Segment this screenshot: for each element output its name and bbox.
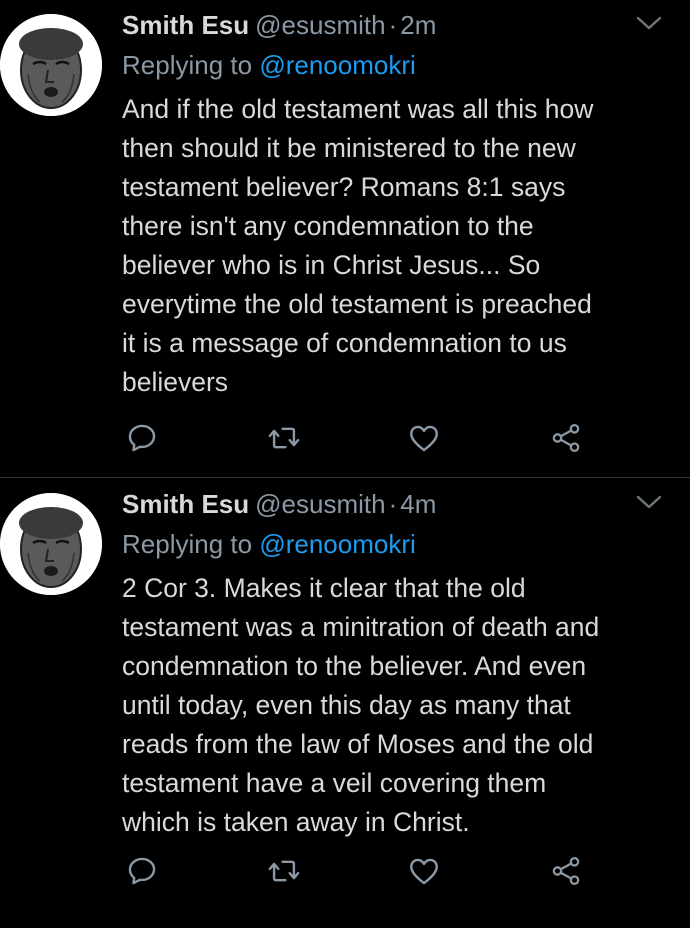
timestamp[interactable]: 4m [400,489,436,519]
mention-link[interactable]: @renoomokri [259,50,415,80]
tweet-header: Smith Esu @esusmith · 2m [122,8,436,42]
tweet[interactable]: Smith Esu @esusmith · 4m Replying to @renoo… [0,479,690,928]
share-button[interactable] [546,418,586,458]
tweet-actions [122,851,590,891]
tweet-text-line: condemnation to the believer. And even [122,651,587,681]
heart-icon [410,858,438,885]
user-handle[interactable]: @esusmith [255,10,385,40]
tweet-header: Smith Esu @esusmith · 4m [122,487,436,521]
tweet[interactable]: Smith Esu @esusmith · 2m Replying to @renoo… [0,0,690,478]
tweet-text-line: reads from the law of Moses and the old [122,729,594,759]
tweet-text-line: testament believer? Romans 8:1 says [122,172,566,202]
tweet-text-line: 2 Cor 3. Makes it clear that the old [122,573,526,603]
tweet-text-line: everytime the old testament is preached [122,289,592,319]
tweet-text-line: until today, even this day as many that [122,690,571,720]
tweet-text-line: And if the old testament was all this ho… [122,94,594,124]
timestamp[interactable]: 2m [400,10,436,40]
display-name[interactable]: Smith Esu [122,489,249,519]
like-button[interactable] [404,851,444,891]
tweet-text-line: there isn't any condemnation to the [122,211,534,241]
replying-to-label: Replying to [122,50,253,80]
tweet-actions [122,418,590,458]
reply-icon [128,424,156,452]
tweet-text: And if the old testament was all this ho… [122,90,670,402]
replying-to-label: Replying to [122,529,253,559]
avatar[interactable] [0,14,102,116]
separator: · [388,10,398,40]
replying-to: Replying to @renoomokri [122,48,416,82]
separator: · [388,489,398,519]
chevron-down-icon[interactable] [636,14,662,32]
reply-button[interactable] [122,851,162,891]
avatar[interactable] [0,493,102,595]
retweet-button[interactable] [264,851,304,891]
reply-icon [128,857,156,885]
tweet-text-line: believers [122,367,229,397]
replying-to: Replying to @renoomokri [122,527,416,561]
reply-button[interactable] [122,418,162,458]
share-icon [552,423,580,453]
tweet-text-line: testament was a minitration of death and [122,612,600,642]
display-name[interactable]: Smith Esu [122,10,249,40]
user-handle[interactable]: @esusmith [255,489,385,519]
tweet-text-line: believer who is in Christ Jesus... So [122,250,541,280]
chevron-down-icon[interactable] [636,493,662,511]
heart-icon [410,425,438,452]
retweet-icon [268,427,300,449]
tweet-text-line: which is taken away in Christ. [122,807,470,837]
retweet-button[interactable] [264,418,304,458]
retweet-icon [268,860,300,882]
tweet-text-line: it is a message of condemnation to us [122,328,567,358]
tweet-text-line: then should it be ministered to the new [122,133,576,163]
share-button[interactable] [546,851,586,891]
tweet-text: 2 Cor 3. Makes it clear that the old tes… [122,569,670,842]
mention-link[interactable]: @renoomokri [259,529,415,559]
like-button[interactable] [404,418,444,458]
share-icon [552,856,580,886]
tweet-text-line: testament have a veil covering them [122,768,547,798]
